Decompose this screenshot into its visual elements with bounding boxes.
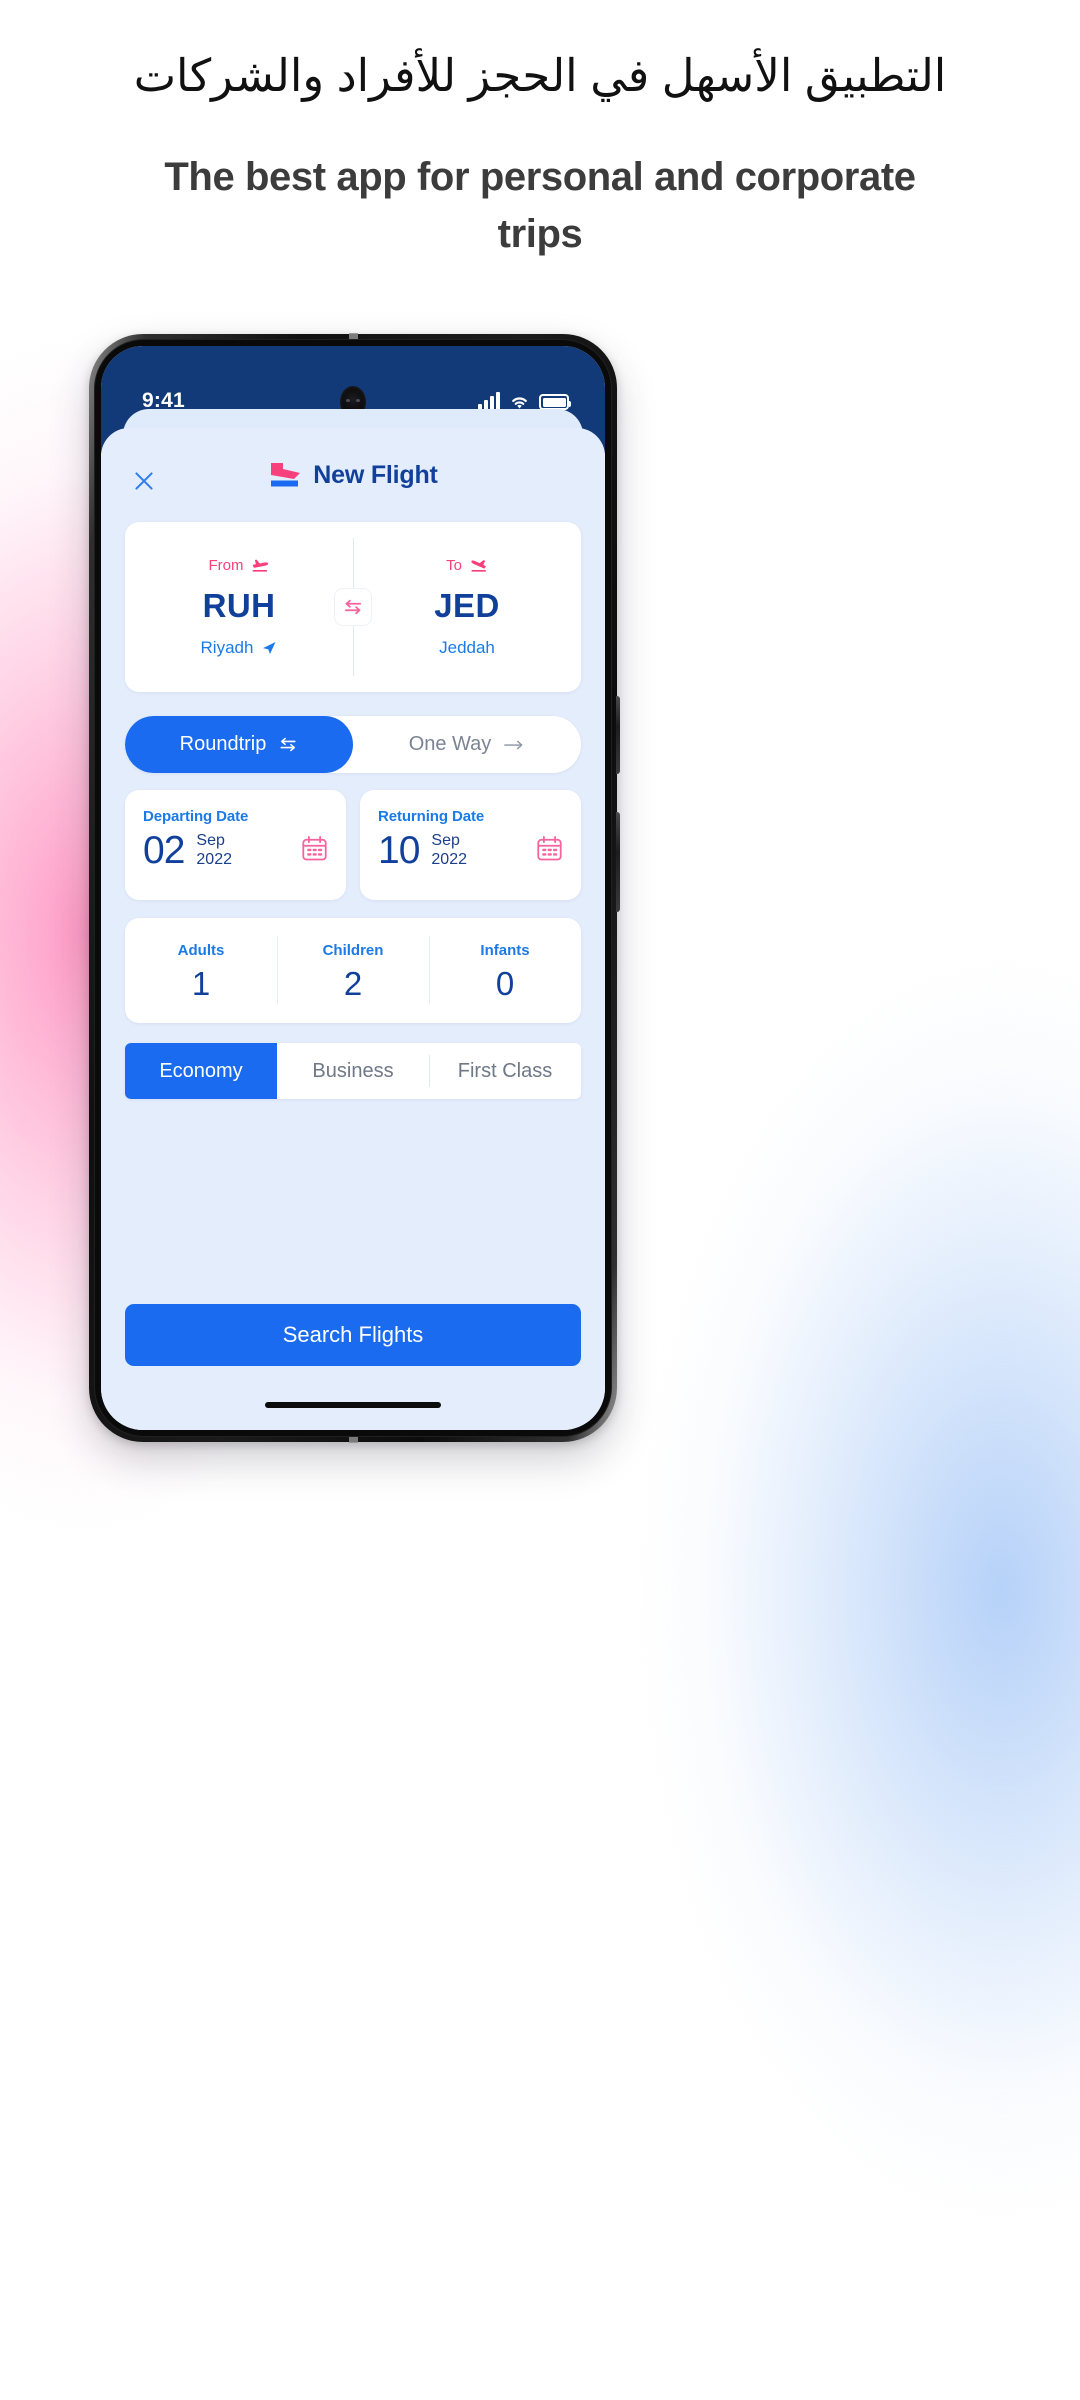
wifi-icon <box>512 397 527 409</box>
returning-calendar-button[interactable] <box>536 835 567 867</box>
date-row: Departing Date 02 Sep 2022 Returning Dat… <box>125 790 581 900</box>
origin-label-row: From <box>209 557 270 574</box>
passenger-infants-value: 0 <box>495 964 515 1002</box>
departing-date-monthyear: Sep 2022 <box>196 831 232 870</box>
antenna-band-bottom <box>349 1437 358 1443</box>
destination-code: JED <box>434 586 500 624</box>
origin-code: RUH <box>202 586 276 624</box>
passengers-card: Adults 1 Children 2 Infants 0 <box>125 918 581 1023</box>
phone-screen: 9:41 New Flight From RUH Riyadh To JED J… <box>101 346 605 1430</box>
passenger-adults-value: 1 <box>191 964 211 1002</box>
airplane-takeoff-icon <box>252 559 268 572</box>
departing-date-label: Departing Date <box>143 808 249 825</box>
swap-horizontal-icon <box>344 599 362 615</box>
destination-city: Jeddah <box>439 637 495 657</box>
origin-city: Riyadh <box>200 637 254 657</box>
returning-date-month: Sep <box>431 832 460 850</box>
passenger-adults-label: Adults <box>177 941 225 959</box>
headline-english: The best app for personal and corporate … <box>164 155 916 257</box>
departing-date-day: 02 <box>143 829 185 872</box>
calendar-icon <box>302 835 327 860</box>
location-arrow-icon <box>263 641 276 654</box>
returning-date-label: Returning Date <box>378 808 485 825</box>
passenger-children-value: 2 <box>343 964 363 1002</box>
departing-date-month: Sep <box>196 832 225 850</box>
power-button[interactable] <box>616 812 620 912</box>
trip-type-roundtrip[interactable]: Roundtrip <box>125 716 353 773</box>
search-flights-button[interactable]: Search Flights <box>125 1304 581 1366</box>
swap-route-button[interactable] <box>334 588 372 626</box>
volume-button[interactable] <box>616 696 620 774</box>
returning-date-year: 2022 <box>431 851 467 868</box>
trip-type-roundtrip-label: Roundtrip <box>179 733 267 755</box>
brand-logo-icon <box>271 463 301 487</box>
passenger-infants[interactable]: Infants 0 <box>429 918 581 1023</box>
destination-city-row: Jeddah <box>439 638 495 658</box>
returning-date-day: 10 <box>378 829 420 872</box>
cellular-signal-icon <box>478 392 500 410</box>
cabin-class-business[interactable]: Business <box>277 1043 429 1099</box>
headline-arabic: التطبيق الأسهل في الحجز للأفراد والشركات <box>133 50 947 101</box>
swap-arrows-icon <box>280 737 296 752</box>
calendar-icon <box>537 835 562 860</box>
page-title: New Flight <box>313 460 438 489</box>
home-indicator[interactable] <box>265 1402 441 1408</box>
cabin-class-first-class[interactable]: First Class <box>429 1043 581 1099</box>
returning-date-monthyear: Sep 2022 <box>431 831 467 870</box>
trip-type-toggle: Roundtrip One Way <box>125 716 581 773</box>
cabin-class-economy[interactable]: Economy <box>125 1043 277 1099</box>
returning-date-body: 10 Sep 2022 <box>378 831 567 870</box>
airplane-landing-icon <box>471 559 486 572</box>
returning-date-card[interactable]: Returning Date 10 Sep 2022 <box>360 790 581 900</box>
header-title-group: New Flight <box>101 460 605 490</box>
phone-mockup: 9:41 New Flight From RUH Riyadh To JED J… <box>89 333 620 1443</box>
origin-label: From <box>208 556 244 574</box>
destination-label: To <box>446 556 462 574</box>
promo-headings: التطبيق الأسهل في الحجز للأفراد والشركات… <box>0 46 1080 263</box>
departing-calendar-button[interactable] <box>301 835 332 867</box>
departing-date-body: 02 Sep 2022 <box>143 831 332 870</box>
passenger-adults[interactable]: Adults 1 <box>125 918 277 1023</box>
arrow-right-icon <box>504 740 523 749</box>
destination-label-row: To <box>446 557 488 574</box>
departing-date-card[interactable]: Departing Date 02 Sep 2022 <box>125 790 346 900</box>
origin-selector[interactable]: From RUH Riyadh <box>125 522 353 692</box>
battery-full-icon <box>539 394 571 410</box>
passenger-children-label: Children <box>322 941 384 959</box>
route-card: From RUH Riyadh To JED Jeddah <box>125 522 581 692</box>
trip-type-oneway[interactable]: One Way <box>353 716 581 773</box>
destination-selector[interactable]: To JED Jeddah <box>353 522 581 692</box>
app-header: New Flight <box>101 454 605 508</box>
app-sheet: New Flight From RUH Riyadh To JED Jeddah… <box>101 428 605 1430</box>
status-icons <box>478 388 571 410</box>
passenger-infants-label: Infants <box>480 941 530 959</box>
origin-city-row: Riyadh <box>201 638 278 658</box>
cabin-class-selector: Economy Business First Class <box>125 1043 581 1099</box>
departing-date-year: 2022 <box>196 851 232 868</box>
trip-type-oneway-label: One Way <box>408 733 492 755</box>
passenger-children[interactable]: Children 2 <box>277 918 429 1023</box>
